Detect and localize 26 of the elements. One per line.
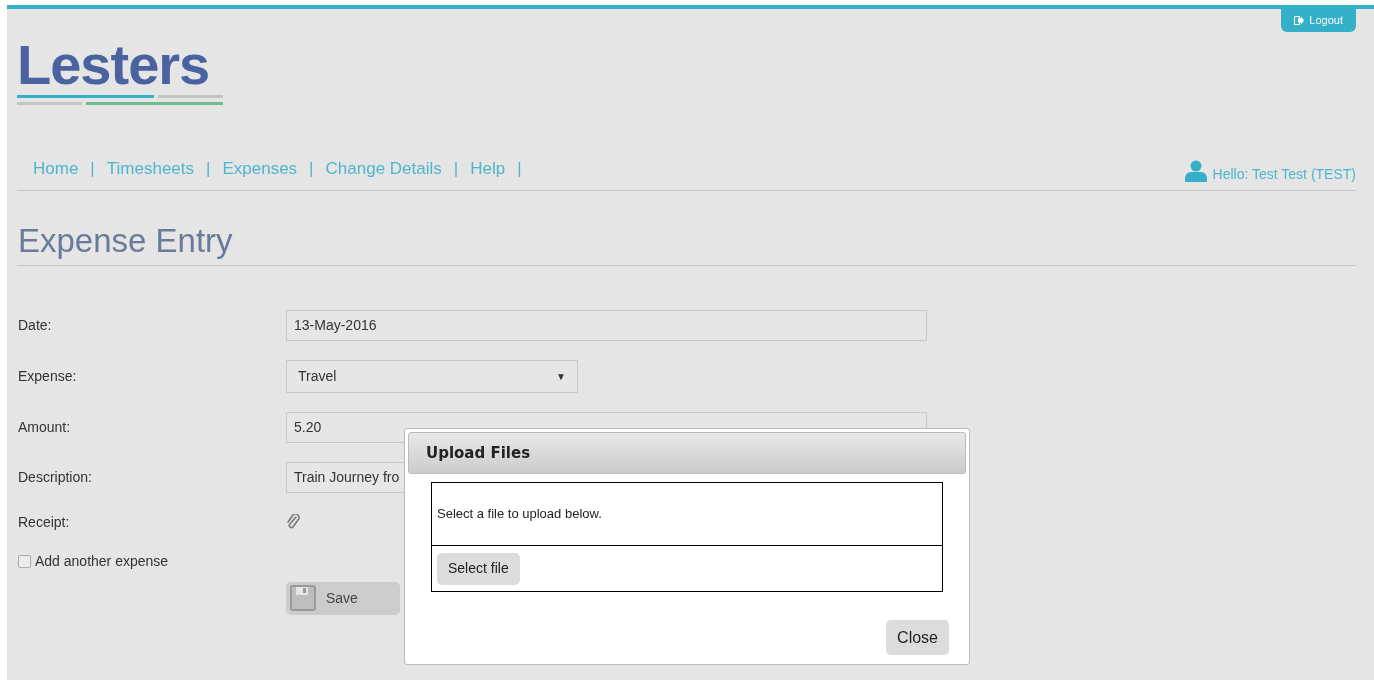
nav-separator: | bbox=[453, 158, 459, 180]
field-label: Expense: bbox=[18, 366, 78, 386]
field-label: Description: bbox=[18, 467, 93, 487]
expense-dropdown[interactable]: Travel ▼ bbox=[286, 359, 578, 393]
nav-separator: | bbox=[309, 158, 314, 180]
greeting-text: Hello: Test Test (TEST) bbox=[1212, 165, 1356, 182]
text-field[interactable]: 13-May-2016 bbox=[286, 309, 927, 341]
logo-underline-icon bbox=[17, 94, 223, 106]
field-label: Amount: bbox=[18, 417, 72, 437]
nav-separator: | bbox=[206, 158, 211, 180]
logout-icon bbox=[1294, 16, 1305, 25]
paperclip-icon[interactable] bbox=[286, 514, 300, 530]
dialog-message: Select a file to upload below. bbox=[437, 505, 602, 524]
checkbox-label: Add another expense bbox=[35, 551, 169, 571]
dialog-title: Upload Files bbox=[426, 442, 531, 464]
nav-separator: | bbox=[517, 158, 522, 180]
logo-text: Lesters bbox=[17, 40, 210, 90]
checkbox[interactable] bbox=[18, 554, 31, 568]
save-button[interactable]: Save bbox=[286, 581, 400, 615]
field-label: Receipt: bbox=[18, 512, 71, 532]
page-title: Expense Entry bbox=[17, 220, 234, 261]
nav-separator: | bbox=[90, 158, 95, 180]
field-label: Date: bbox=[18, 315, 53, 335]
select-file-button[interactable]: Select file bbox=[437, 552, 520, 585]
user-icon bbox=[1184, 159, 1207, 182]
close-button[interactable]: Close bbox=[886, 620, 949, 655]
